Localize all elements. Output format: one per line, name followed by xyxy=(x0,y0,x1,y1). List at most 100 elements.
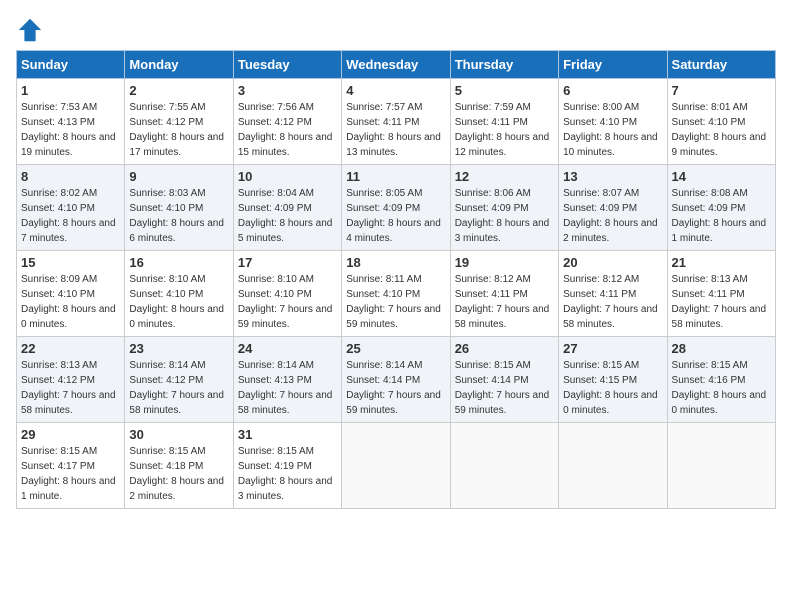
day-number: 12 xyxy=(455,169,554,184)
calendar-week-2: 8 Sunrise: 8:02 AMSunset: 4:10 PMDayligh… xyxy=(17,165,776,251)
day-info: Sunrise: 8:15 AMSunset: 4:15 PMDaylight:… xyxy=(563,358,662,418)
day-number: 19 xyxy=(455,255,554,270)
header-monday: Monday xyxy=(125,51,233,79)
calendar-cell: 16 Sunrise: 8:10 AMSunset: 4:10 PMDaylig… xyxy=(125,251,233,337)
day-info: Sunrise: 7:53 AMSunset: 4:13 PMDaylight:… xyxy=(21,100,120,160)
day-info: Sunrise: 8:15 AMSunset: 4:14 PMDaylight:… xyxy=(455,358,554,418)
logo-icon xyxy=(16,16,44,44)
calendar-cell: 30 Sunrise: 8:15 AMSunset: 4:18 PMDaylig… xyxy=(125,423,233,509)
calendar-week-3: 15 Sunrise: 8:09 AMSunset: 4:10 PMDaylig… xyxy=(17,251,776,337)
calendar-week-4: 22 Sunrise: 8:13 AMSunset: 4:12 PMDaylig… xyxy=(17,337,776,423)
day-info: Sunrise: 8:13 AMSunset: 4:12 PMDaylight:… xyxy=(21,358,120,418)
day-info: Sunrise: 8:00 AMSunset: 4:10 PMDaylight:… xyxy=(563,100,662,160)
calendar-cell: 31 Sunrise: 8:15 AMSunset: 4:19 PMDaylig… xyxy=(233,423,341,509)
day-info: Sunrise: 8:14 AMSunset: 4:14 PMDaylight:… xyxy=(346,358,445,418)
calendar-cell: 9 Sunrise: 8:03 AMSunset: 4:10 PMDayligh… xyxy=(125,165,233,251)
calendar-cell xyxy=(559,423,667,509)
calendar-cell: 1 Sunrise: 7:53 AMSunset: 4:13 PMDayligh… xyxy=(17,79,125,165)
calendar-cell: 11 Sunrise: 8:05 AMSunset: 4:09 PMDaylig… xyxy=(342,165,450,251)
page-header xyxy=(16,16,776,44)
day-number: 9 xyxy=(129,169,228,184)
day-info: Sunrise: 8:12 AMSunset: 4:11 PMDaylight:… xyxy=(455,272,554,332)
day-info: Sunrise: 8:15 AMSunset: 4:18 PMDaylight:… xyxy=(129,444,228,504)
header-saturday: Saturday xyxy=(667,51,775,79)
calendar-cell: 18 Sunrise: 8:11 AMSunset: 4:10 PMDaylig… xyxy=(342,251,450,337)
calendar-cell: 14 Sunrise: 8:08 AMSunset: 4:09 PMDaylig… xyxy=(667,165,775,251)
day-info: Sunrise: 8:09 AMSunset: 4:10 PMDaylight:… xyxy=(21,272,120,332)
calendar-cell: 5 Sunrise: 7:59 AMSunset: 4:11 PMDayligh… xyxy=(450,79,558,165)
calendar-cell: 7 Sunrise: 8:01 AMSunset: 4:10 PMDayligh… xyxy=(667,79,775,165)
calendar-cell xyxy=(667,423,775,509)
calendar-cell: 2 Sunrise: 7:55 AMSunset: 4:12 PMDayligh… xyxy=(125,79,233,165)
calendar-cell: 26 Sunrise: 8:15 AMSunset: 4:14 PMDaylig… xyxy=(450,337,558,423)
calendar-cell: 27 Sunrise: 8:15 AMSunset: 4:15 PMDaylig… xyxy=(559,337,667,423)
day-number: 10 xyxy=(238,169,337,184)
day-info: Sunrise: 8:11 AMSunset: 4:10 PMDaylight:… xyxy=(346,272,445,332)
day-info: Sunrise: 8:12 AMSunset: 4:11 PMDaylight:… xyxy=(563,272,662,332)
day-number: 6 xyxy=(563,83,662,98)
day-number: 28 xyxy=(672,341,771,356)
calendar-cell: 3 Sunrise: 7:56 AMSunset: 4:12 PMDayligh… xyxy=(233,79,341,165)
calendar-cell: 6 Sunrise: 8:00 AMSunset: 4:10 PMDayligh… xyxy=(559,79,667,165)
day-info: Sunrise: 8:14 AMSunset: 4:13 PMDaylight:… xyxy=(238,358,337,418)
header-thursday: Thursday xyxy=(450,51,558,79)
day-info: Sunrise: 8:15 AMSunset: 4:19 PMDaylight:… xyxy=(238,444,337,504)
day-number: 14 xyxy=(672,169,771,184)
day-number: 2 xyxy=(129,83,228,98)
calendar-cell: 23 Sunrise: 8:14 AMSunset: 4:12 PMDaylig… xyxy=(125,337,233,423)
day-number: 8 xyxy=(21,169,120,184)
calendar-week-5: 29 Sunrise: 8:15 AMSunset: 4:17 PMDaylig… xyxy=(17,423,776,509)
calendar-cell: 12 Sunrise: 8:06 AMSunset: 4:09 PMDaylig… xyxy=(450,165,558,251)
day-info: Sunrise: 8:10 AMSunset: 4:10 PMDaylight:… xyxy=(238,272,337,332)
calendar-header-row: SundayMondayTuesdayWednesdayThursdayFrid… xyxy=(17,51,776,79)
day-number: 3 xyxy=(238,83,337,98)
calendar-cell: 25 Sunrise: 8:14 AMSunset: 4:14 PMDaylig… xyxy=(342,337,450,423)
calendar-cell xyxy=(342,423,450,509)
day-number: 29 xyxy=(21,427,120,442)
day-number: 1 xyxy=(21,83,120,98)
header-friday: Friday xyxy=(559,51,667,79)
day-number: 13 xyxy=(563,169,662,184)
calendar-table: SundayMondayTuesdayWednesdayThursdayFrid… xyxy=(16,50,776,509)
day-number: 22 xyxy=(21,341,120,356)
header-tuesday: Tuesday xyxy=(233,51,341,79)
calendar-cell: 8 Sunrise: 8:02 AMSunset: 4:10 PMDayligh… xyxy=(17,165,125,251)
day-info: Sunrise: 8:06 AMSunset: 4:09 PMDaylight:… xyxy=(455,186,554,246)
day-info: Sunrise: 8:04 AMSunset: 4:09 PMDaylight:… xyxy=(238,186,337,246)
calendar-cell: 21 Sunrise: 8:13 AMSunset: 4:11 PMDaylig… xyxy=(667,251,775,337)
day-number: 26 xyxy=(455,341,554,356)
day-info: Sunrise: 7:56 AMSunset: 4:12 PMDaylight:… xyxy=(238,100,337,160)
calendar-cell: 13 Sunrise: 8:07 AMSunset: 4:09 PMDaylig… xyxy=(559,165,667,251)
calendar-cell xyxy=(450,423,558,509)
day-info: Sunrise: 8:02 AMSunset: 4:10 PMDaylight:… xyxy=(21,186,120,246)
day-number: 15 xyxy=(21,255,120,270)
calendar-cell: 4 Sunrise: 7:57 AMSunset: 4:11 PMDayligh… xyxy=(342,79,450,165)
day-info: Sunrise: 8:15 AMSunset: 4:16 PMDaylight:… xyxy=(672,358,771,418)
day-info: Sunrise: 8:08 AMSunset: 4:09 PMDaylight:… xyxy=(672,186,771,246)
calendar-cell: 19 Sunrise: 8:12 AMSunset: 4:11 PMDaylig… xyxy=(450,251,558,337)
day-info: Sunrise: 8:03 AMSunset: 4:10 PMDaylight:… xyxy=(129,186,228,246)
calendar-cell: 15 Sunrise: 8:09 AMSunset: 4:10 PMDaylig… xyxy=(17,251,125,337)
day-number: 21 xyxy=(672,255,771,270)
day-number: 30 xyxy=(129,427,228,442)
header-sunday: Sunday xyxy=(17,51,125,79)
day-number: 24 xyxy=(238,341,337,356)
day-number: 7 xyxy=(672,83,771,98)
day-number: 18 xyxy=(346,255,445,270)
day-info: Sunrise: 7:55 AMSunset: 4:12 PMDaylight:… xyxy=(129,100,228,160)
calendar-cell: 10 Sunrise: 8:04 AMSunset: 4:09 PMDaylig… xyxy=(233,165,341,251)
day-info: Sunrise: 8:13 AMSunset: 4:11 PMDaylight:… xyxy=(672,272,771,332)
day-number: 25 xyxy=(346,341,445,356)
day-number: 27 xyxy=(563,341,662,356)
calendar-week-1: 1 Sunrise: 7:53 AMSunset: 4:13 PMDayligh… xyxy=(17,79,776,165)
calendar-cell: 24 Sunrise: 8:14 AMSunset: 4:13 PMDaylig… xyxy=(233,337,341,423)
day-info: Sunrise: 7:57 AMSunset: 4:11 PMDaylight:… xyxy=(346,100,445,160)
day-info: Sunrise: 8:10 AMSunset: 4:10 PMDaylight:… xyxy=(129,272,228,332)
day-info: Sunrise: 8:15 AMSunset: 4:17 PMDaylight:… xyxy=(21,444,120,504)
day-info: Sunrise: 8:07 AMSunset: 4:09 PMDaylight:… xyxy=(563,186,662,246)
header-wednesday: Wednesday xyxy=(342,51,450,79)
day-number: 17 xyxy=(238,255,337,270)
day-number: 31 xyxy=(238,427,337,442)
calendar-cell: 17 Sunrise: 8:10 AMSunset: 4:10 PMDaylig… xyxy=(233,251,341,337)
day-number: 4 xyxy=(346,83,445,98)
